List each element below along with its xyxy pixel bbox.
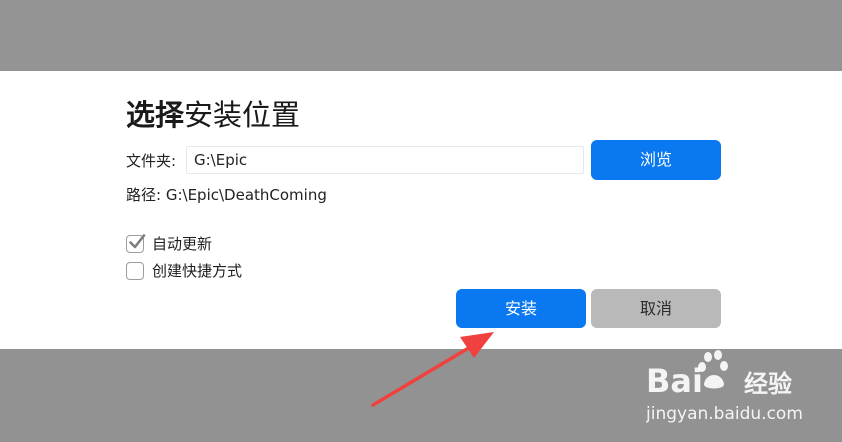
baidu-jingyan-watermark: Bai 经验 jingyan.baidu.com — [645, 350, 806, 430]
baidu-logo-icon: Bai 经验 jingyan.baidu.com — [645, 350, 803, 424]
watermark-url: jingyan.baidu.com — [646, 404, 803, 424]
watermark-brand-right: 经验 — [744, 370, 792, 398]
watermark-brand-left: Bai — [646, 362, 703, 400]
